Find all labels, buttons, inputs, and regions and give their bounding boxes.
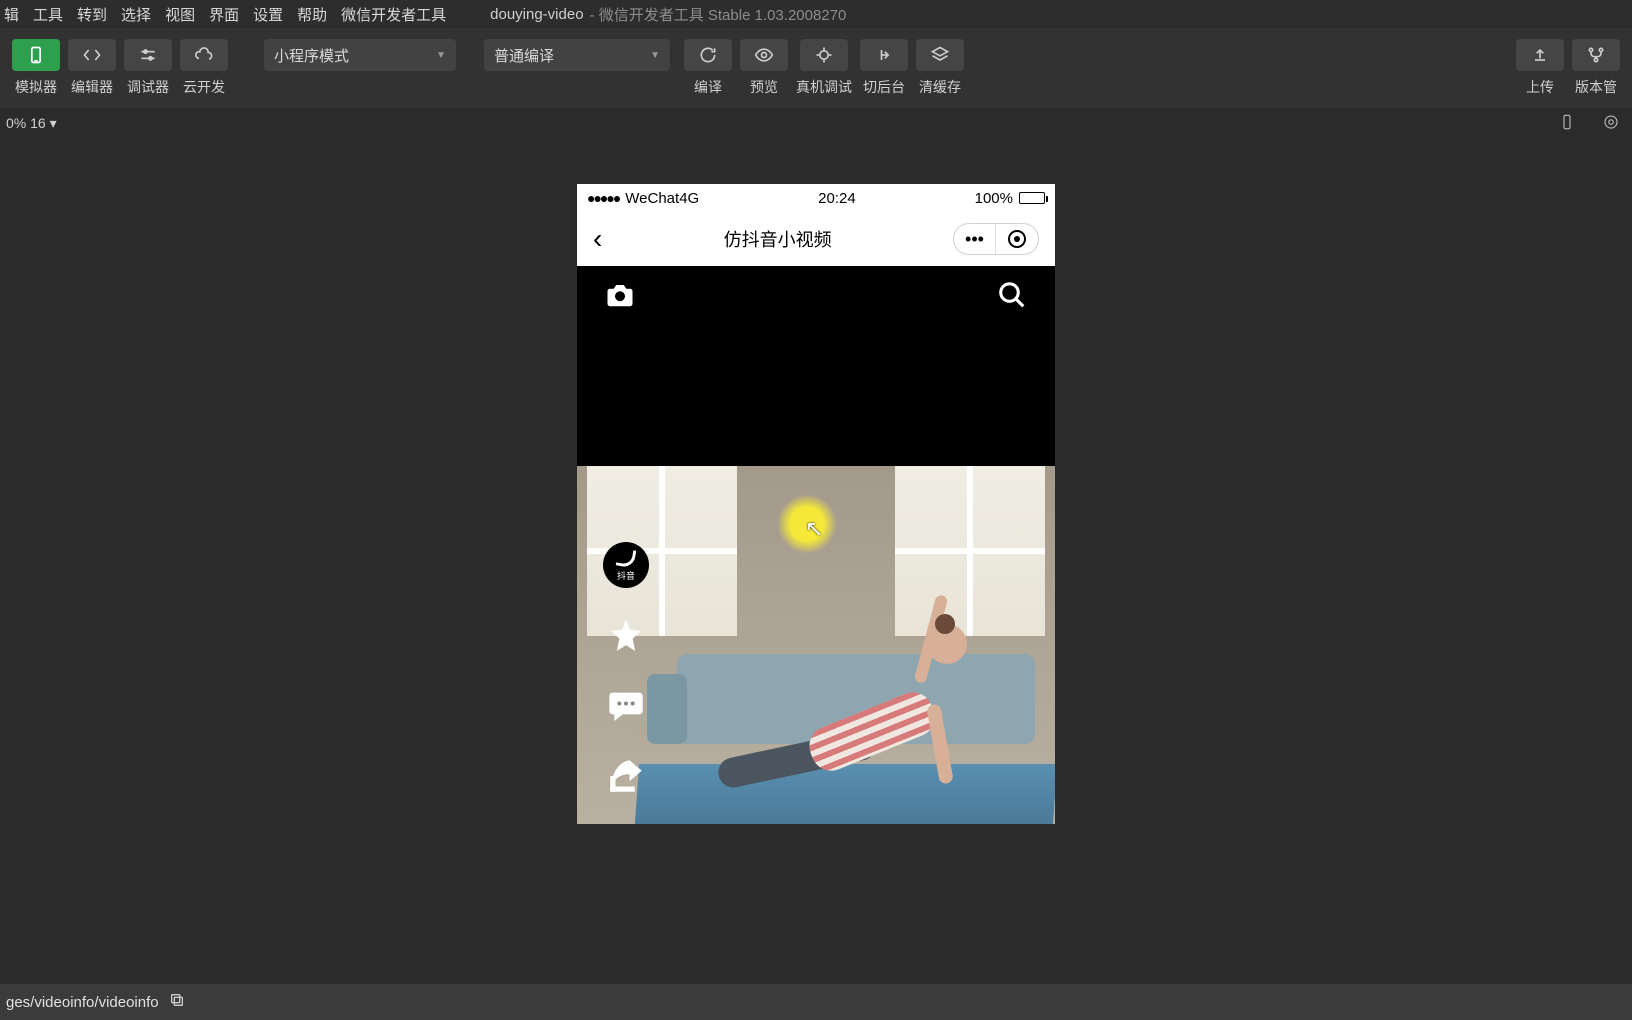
cloud-icon xyxy=(180,39,228,71)
page-path: ges/videoinfo/videoinfo xyxy=(6,994,159,1011)
cloud-dev-button[interactable]: 云开发 xyxy=(180,39,228,97)
cursor-icon: ↖ xyxy=(805,516,823,542)
phone-frame: ●●●●● WeChat4G 20:24 100% ‹ 仿抖音小视频 ••• xyxy=(577,184,1055,824)
capsule-button: ••• xyxy=(953,223,1039,255)
logout-icon xyxy=(860,39,908,71)
target-icon xyxy=(1008,230,1026,248)
upload-icon xyxy=(1516,39,1564,71)
carrier-label: WeChat4G xyxy=(625,190,699,207)
code-icon xyxy=(68,39,116,71)
sim-status-bar: 0% 16 ▾ xyxy=(0,108,1632,138)
douyin-avatar[interactable]: 抖音 xyxy=(603,542,649,588)
menu-interface[interactable]: 界面 xyxy=(209,4,239,25)
battery-label: 100% xyxy=(975,190,1013,207)
share-button[interactable] xyxy=(604,754,648,798)
menu-tools[interactable]: 工具 xyxy=(33,4,63,25)
phone-icon xyxy=(12,39,60,71)
sliders-icon xyxy=(124,39,172,71)
phone-nav-bar: ‹ 仿抖音小视频 ••• xyxy=(577,212,1055,266)
video-black-area xyxy=(577,326,1055,466)
device-icon[interactable] xyxy=(1558,109,1576,138)
capsule-close-button[interactable] xyxy=(996,224,1038,254)
zoom-indicator[interactable]: 0% 16 ▾ xyxy=(6,115,57,132)
eye-icon xyxy=(740,39,788,71)
menu-bar: 辑 工具 转到 选择 视图 界面 设置 帮助 微信开发者工具 douying-v… xyxy=(0,0,1632,28)
page-path-bar: ges/videoinfo/videoinfo xyxy=(0,984,1632,1020)
toolbar: 模拟器 编辑器 调试器 云开发 小程序模式 ▼ 普通编译 ▼ xyxy=(0,28,1632,108)
menu-devtools[interactable]: 微信开发者工具 xyxy=(341,4,446,25)
comment-button[interactable] xyxy=(604,684,648,728)
chevron-down-icon: ▼ xyxy=(650,50,660,61)
mode-select[interactable]: 小程序模式 ▼ xyxy=(264,39,456,71)
copy-path-button[interactable] xyxy=(169,992,185,1012)
video-content[interactable]: ↖ 抖音 xyxy=(577,466,1055,824)
battery-icon xyxy=(1019,192,1045,204)
scene-person xyxy=(717,624,997,794)
signal-dots-icon: ●●●●● xyxy=(587,190,619,206)
menu-edit[interactable]: 辑 xyxy=(4,4,19,25)
simulator-viewport: ●●●●● WeChat4G 20:24 100% ‹ 仿抖音小视频 ••• xyxy=(0,138,1632,828)
app-title: - 微信开发者工具 Stable 1.03.2008270 xyxy=(590,4,847,25)
editor-button[interactable]: 编辑器 xyxy=(68,39,116,97)
page-title: 仿抖音小视频 xyxy=(724,226,832,252)
video-top-bar xyxy=(577,266,1055,326)
like-button[interactable] xyxy=(604,614,648,658)
background-button[interactable]: 切后台 xyxy=(860,39,908,97)
menu-goto[interactable]: 转到 xyxy=(77,4,107,25)
remote-debug-button[interactable]: 真机调试 xyxy=(796,39,852,97)
clear-cache-button[interactable]: 清缓存 xyxy=(916,39,964,97)
search-button[interactable] xyxy=(997,280,1027,315)
capsule-menu-button[interactable]: ••• xyxy=(954,224,996,254)
scene-window xyxy=(895,466,1045,636)
menu-select[interactable]: 选择 xyxy=(121,4,151,25)
rotate-icon[interactable] xyxy=(1602,109,1620,138)
camera-button[interactable] xyxy=(605,280,635,315)
menu-settings[interactable]: 设置 xyxy=(253,4,283,25)
debugger-button[interactable]: 调试器 xyxy=(124,39,172,97)
upload-button[interactable]: 上传 xyxy=(1516,39,1564,97)
project-name: douying-video xyxy=(490,6,583,23)
version-button[interactable]: 版本管 xyxy=(1572,39,1620,97)
menu-view[interactable]: 视图 xyxy=(165,4,195,25)
clock-label: 20:24 xyxy=(818,190,856,207)
refresh-icon xyxy=(684,39,732,71)
compile-button[interactable]: 编译 xyxy=(684,39,732,97)
preview-button[interactable]: 预览 xyxy=(740,39,788,97)
chevron-down-icon: ▼ xyxy=(436,50,446,61)
menu-help[interactable]: 帮助 xyxy=(297,4,327,25)
bug-icon xyxy=(800,39,848,71)
branch-icon xyxy=(1572,39,1620,71)
video-side-actions: 抖音 xyxy=(603,542,649,798)
layers-icon xyxy=(916,39,964,71)
back-button[interactable]: ‹ xyxy=(593,223,602,255)
compile-select[interactable]: 普通编译 ▼ xyxy=(484,39,670,71)
phone-status-bar: ●●●●● WeChat4G 20:24 100% xyxy=(577,184,1055,212)
simulator-button[interactable]: 模拟器 xyxy=(12,39,60,97)
